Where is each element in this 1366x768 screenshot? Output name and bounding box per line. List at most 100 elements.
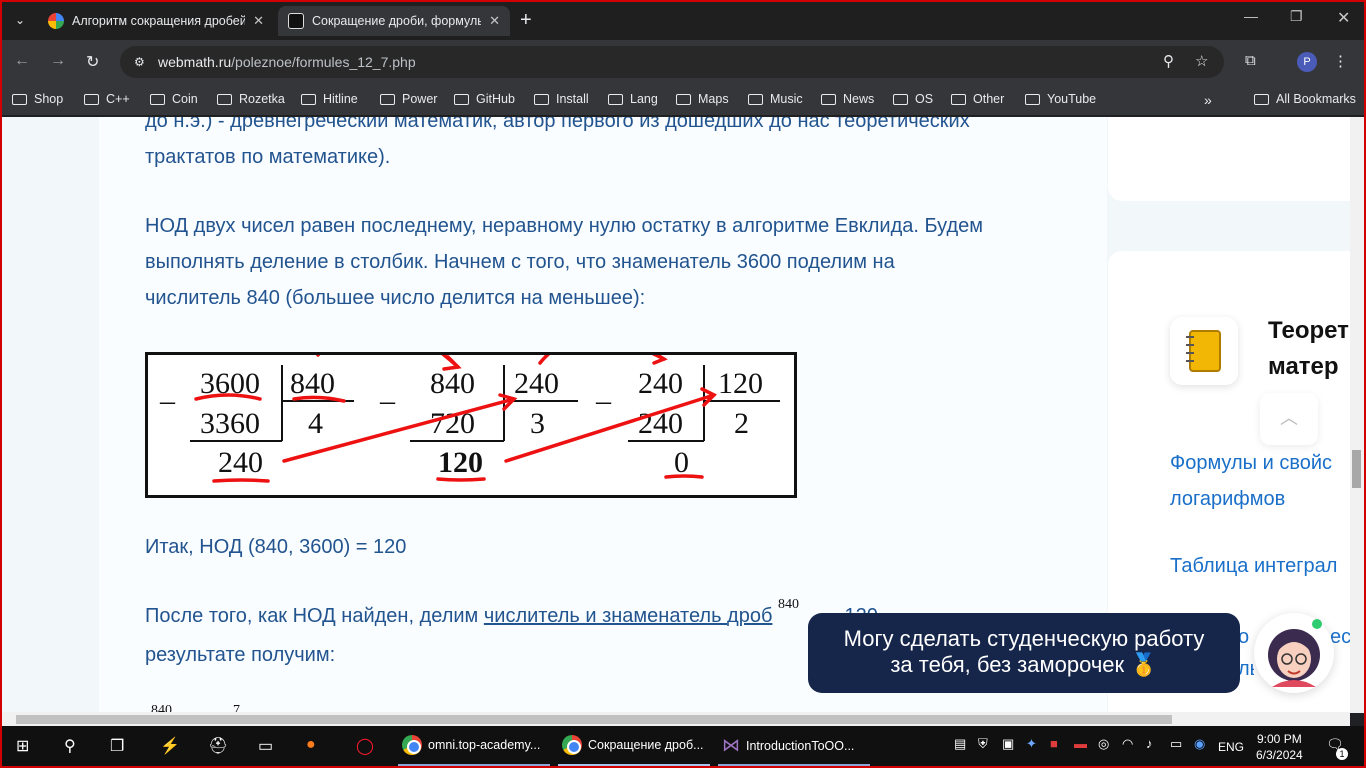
bookmark-folder-coin[interactable]: Coin [150,92,198,106]
paragraph-gcd: НОД двух чисел равен последнему, неравно… [145,208,1065,316]
taskbar-app-visual-studio[interactable]: ⋈ IntroductionToOO... [722,735,854,756]
tray-icon[interactable]: ▤ [954,736,966,752]
zoom-icon[interactable]: ⚲ [1163,52,1174,70]
bookmark-folder-rozetka[interactable]: Rozetka [217,92,285,106]
folder-icon [380,93,395,105]
tab-search-button[interactable]: ⌄ [8,8,32,32]
folder-icon [217,93,232,105]
bookmark-folder-shop[interactable]: Shop [12,92,63,106]
step3-divisor: 120 [718,367,763,400]
restore-button[interactable]: ❐ [1290,8,1303,25]
tab-algorithm[interactable]: Алгоритм сокращения дробей ✕ [38,6,274,36]
bookmark-folder-os[interactable]: OS [893,92,933,106]
back-icon[interactable]: ← [14,52,30,70]
folder-icon [150,93,165,105]
tray-tool-icon[interactable]: ▬ [1074,736,1087,751]
task-view-icon[interactable]: ❐ [110,736,124,756]
more-bookmarks-icon[interactable]: » [1204,92,1212,108]
text-line: НОД двух чисел равен последнему, неравно… [145,215,984,237]
all-bookmarks-button[interactable]: All Bookmarks [1254,92,1356,106]
bookmark-folder-github[interactable]: GitHub [454,92,515,106]
new-tab-button[interactable]: + [520,8,532,32]
battery-icon[interactable]: ▭ [1170,736,1182,752]
toolbar: ← → ↻ ⚙ webmath.ru/poleznoe/formules_12_… [0,40,1366,84]
sidebar-link-logarithms[interactable]: Формулы и свойс логарифмов [1170,445,1350,517]
volume-icon[interactable]: ♪ [1146,736,1153,751]
vertical-scrollbar[interactable] [1350,117,1364,713]
forward-icon[interactable]: → [50,52,66,70]
site-settings-icon[interactable]: ⚙ [134,55,152,69]
wifi-icon[interactable]: ◠ [1122,736,1133,752]
web-page: до н.э.) - древнегреческий математик, ав… [2,117,1350,713]
numerator-denominator-link[interactable]: числитель и знаменатель [484,605,727,627]
close-tab-icon[interactable]: ✕ [253,13,264,29]
profile-avatar[interactable]: P [1297,52,1317,72]
search-icon[interactable]: ⚲ [64,736,76,756]
text-line: за тебя, без заморочек 🥇 [890,652,1158,677]
chat-promo-bubble[interactable]: Могу сделать студенческую работу за тебя… [808,613,1240,693]
extensions-icon[interactable]: ⧉ [1245,52,1256,69]
bookmark-folder-install[interactable]: Install [534,92,589,106]
tray-shield-icon[interactable]: ⛨ [978,736,988,752]
minus-sign: – [159,384,176,417]
minimize-button[interactable]: — [1244,8,1258,24]
close-tab-icon[interactable]: ✕ [489,13,500,29]
webmath-favicon-icon [288,13,304,29]
language-indicator[interactable]: ENG [1218,740,1244,754]
paragraph-intro: до н.э.) - древнегреческий математик, ав… [145,117,1065,175]
sidebar-link-fragment[interactable]: о [1238,619,1252,655]
address-bar[interactable]: ⚙ webmath.ru/poleznoe/formules_12_7.php [120,46,1224,78]
sidebar-link-integrals[interactable]: Таблица интеграл [1170,548,1350,584]
power-app-icon[interactable]: ⚡ [160,736,180,756]
url-text[interactable]: webmath.ru/poleznoe/formules_12_7.php [158,54,416,70]
folder-icon [608,93,623,105]
tray-steam-icon[interactable]: ◎ [1098,736,1109,752]
active-app-indicator [398,764,550,766]
chrome-icon [562,735,582,755]
reload-icon[interactable]: ↻ [86,52,99,72]
taskbar-app-chrome-1[interactable]: omni.top-academy... [402,735,540,755]
bookmarks-bar: Shop C++ Coin Rozetka Hitline Power GitH… [0,84,1366,116]
opera-icon[interactable]: ◯ [356,736,374,756]
step2-remainder: 120 [438,446,483,479]
folder-icon [748,93,763,105]
app-helmet-icon[interactable]: ⛑ [208,736,228,756]
windows-start-icon[interactable]: ⊞ [16,736,29,756]
bookmark-folder-youtube[interactable]: YouTube [1025,92,1096,106]
minus-sign: – [379,384,396,417]
bookmark-folder-news[interactable]: News [821,92,874,106]
fraction-numerator: 840 [777,597,799,612]
tray-red-icon[interactable]: ■ [1050,736,1058,751]
google-favicon-icon [48,13,64,29]
tab-fraction-reduction[interactable]: Сокращение дроби, формулы ✕ [278,6,510,36]
bookmark-folder-music[interactable]: Music [748,92,803,106]
text-span: После того, как НОД найден, делим [145,605,484,627]
bookmark-folder-cpp[interactable]: C++ [84,92,130,106]
taskbar-app-chrome-2[interactable]: Сокращение дроб... [562,735,704,755]
tray-globe-icon[interactable]: ◉ [1194,736,1205,752]
sidebar-card-top [1108,117,1350,201]
assistant-avatar[interactable] [1254,613,1334,693]
vertical-scroll-thumb[interactable] [1352,450,1361,488]
firefox-icon[interactable]: ● [306,736,316,754]
bookmark-folder-hitline[interactable]: Hitline [301,92,358,106]
euclid-division-image: – 3600 840 3360 4 240 – 840 240 720 3 12… [145,321,797,498]
step1-divisor: 840 [290,367,335,400]
fraction-link[interactable]: дроб [727,605,772,627]
chevron-up-icon[interactable]: ︿ [1260,393,1318,445]
bookmark-star-icon[interactable]: ☆ [1195,52,1208,70]
terminal-icon[interactable]: ▭ [258,736,273,756]
bookmark-folder-power[interactable]: Power [380,92,437,106]
step2-dividend: 840 [430,367,475,400]
menu-kebab-icon[interactable]: ⋮ [1333,52,1348,70]
bookmark-folder-other[interactable]: Other [951,92,1004,106]
system-clock[interactable]: 9:00 PM 6/3/2024 [1256,731,1303,763]
bookmark-folder-maps[interactable]: Maps [676,92,729,106]
tray-app-icon[interactable]: ✦ [1026,736,1037,752]
bookmark-folder-lang[interactable]: Lang [608,92,658,106]
tray-chat-icon[interactable]: ▣ [1002,736,1014,752]
folder-icon [676,93,691,105]
close-window-button[interactable]: ✕ [1337,8,1350,28]
horizontal-scroll-thumb[interactable] [16,715,1172,724]
sidebar-link-fragment[interactable]: ль [1238,651,1254,687]
